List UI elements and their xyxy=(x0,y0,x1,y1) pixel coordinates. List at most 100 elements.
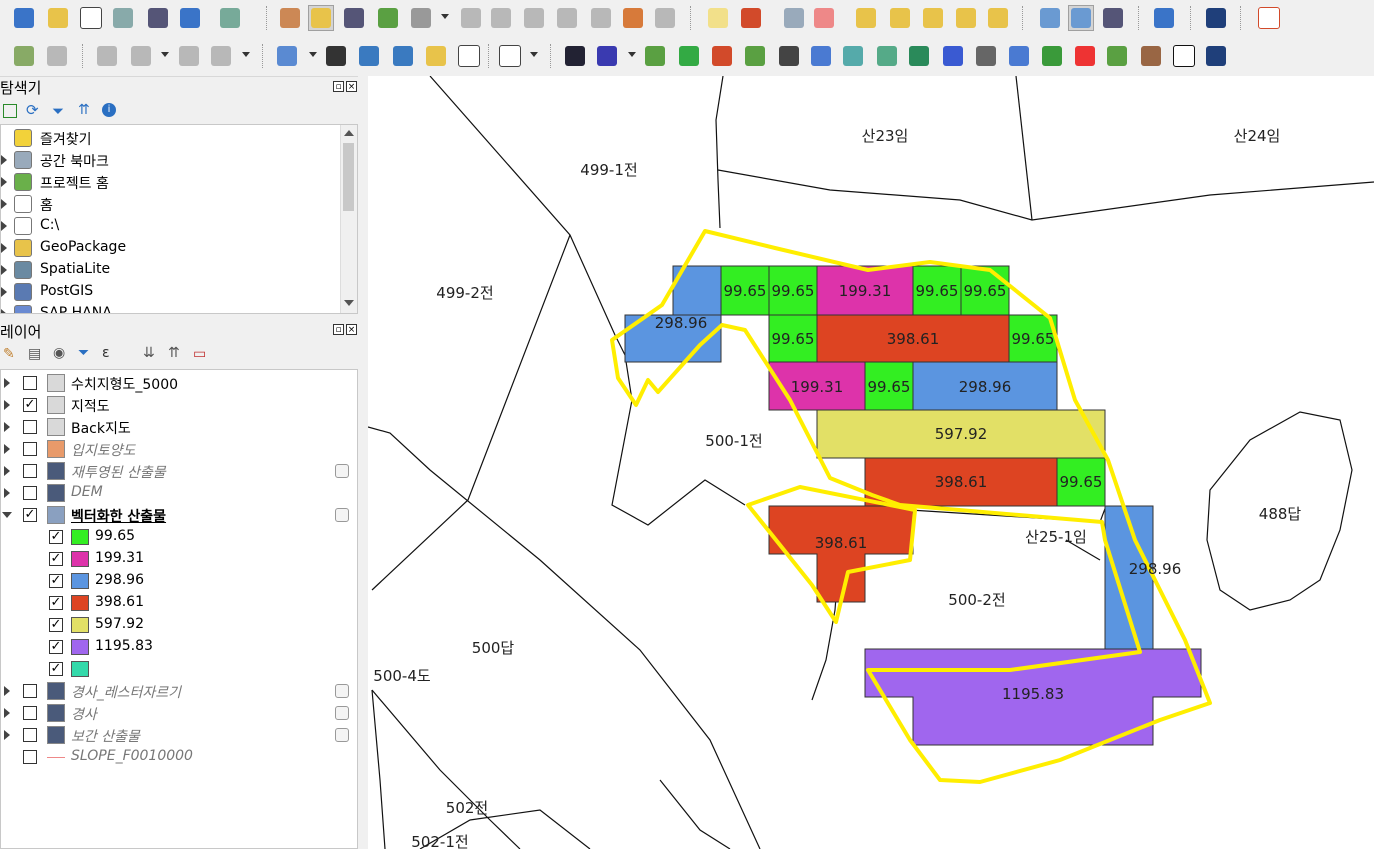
select-nodes-button[interactable] xyxy=(390,43,416,69)
cut-button[interactable] xyxy=(521,5,547,31)
layer-visibility-checkbox[interactable] xyxy=(23,750,37,764)
globe-settings-button[interactable] xyxy=(1100,5,1126,31)
layer-visibility-checkbox[interactable] xyxy=(23,486,37,500)
expand-arrow-icon[interactable] xyxy=(1,221,7,231)
gis-search-button[interactable] xyxy=(676,43,702,69)
layer-visibility-checkbox[interactable] xyxy=(23,420,37,434)
layer-item[interactable]: 보간 산출물 xyxy=(1,724,357,746)
legend-checkbox[interactable]: ✓ xyxy=(49,552,63,566)
add-group-icon[interactable]: ▤ xyxy=(28,346,41,362)
browser-item[interactable]: 홈 xyxy=(1,193,341,215)
layer-visibility-checkbox[interactable] xyxy=(23,442,37,456)
info-icon[interactable]: i xyxy=(102,103,116,117)
expand-arrow-icon[interactable] xyxy=(1,199,7,209)
label-toolbar-button[interactable] xyxy=(781,5,807,31)
dropdown-arrow-icon[interactable] xyxy=(242,52,250,57)
filter-icon[interactable]: ⏷ xyxy=(78,345,89,361)
close-panel-icon[interactable]: × xyxy=(346,324,357,335)
browser-item[interactable]: SAP HANA xyxy=(1,303,341,313)
curve-chart-button[interactable] xyxy=(840,43,866,69)
merge-button[interactable] xyxy=(176,43,202,69)
scale-visibility-icon[interactable] xyxy=(335,464,349,478)
expand-arrow-icon[interactable] xyxy=(4,708,10,718)
add-raster-layer-button[interactable] xyxy=(45,5,71,31)
expand-arrow-icon[interactable] xyxy=(4,466,10,476)
crosshair-button[interactable] xyxy=(1256,5,1282,31)
layer-item[interactable]: 수치지형도_5000 xyxy=(1,372,357,394)
add-vector-layer-button[interactable] xyxy=(11,5,37,31)
copy-button[interactable] xyxy=(554,5,580,31)
gis-globe-button[interactable] xyxy=(742,43,768,69)
legend-checkbox[interactable]: ✓ xyxy=(49,574,63,588)
text-box-button[interactable] xyxy=(497,43,523,69)
paste-button[interactable] xyxy=(588,5,614,31)
vertex-button[interactable] xyxy=(217,5,243,31)
bar-chart-button[interactable] xyxy=(1006,43,1032,69)
layer-visibility-checkbox[interactable] xyxy=(23,728,37,742)
scroll-down-arrow-icon[interactable] xyxy=(344,300,354,306)
layer-visibility-checkbox[interactable] xyxy=(23,706,37,720)
close-panel-icon[interactable]: × xyxy=(346,81,357,92)
refresh-icon[interactable]: ⟳ xyxy=(26,103,39,118)
slope-chart-button[interactable] xyxy=(874,43,900,69)
cylinder-button[interactable] xyxy=(973,43,999,69)
select-polygon-button[interactable] xyxy=(356,43,382,69)
browser-item[interactable]: 즐겨찾기 xyxy=(1,127,341,149)
browser-item[interactable]: 프로젝트 홈 xyxy=(1,171,341,193)
delete-button[interactable] xyxy=(488,5,514,31)
expand-arrow-icon[interactable] xyxy=(4,444,10,454)
label-pin-all-button[interactable] xyxy=(953,5,979,31)
gis-target-button[interactable] xyxy=(709,43,735,69)
legend-item[interactable]: ✓ 1195.83 xyxy=(1,636,357,658)
deselect-button[interactable] xyxy=(208,43,234,69)
label-rotate-button[interactable] xyxy=(811,5,837,31)
filter-icon[interactable]: ⏷ xyxy=(52,102,64,120)
layer-item[interactable]: DEM xyxy=(1,482,357,504)
scale-visibility-icon[interactable] xyxy=(335,684,349,698)
feature-form-button[interactable] xyxy=(128,43,154,69)
help-button[interactable] xyxy=(1203,43,1229,69)
layer-button[interactable] xyxy=(145,5,171,31)
eye-icon[interactable]: ◉ xyxy=(53,345,65,361)
layer-item[interactable]: Back지도 xyxy=(1,416,357,438)
select-edit-button[interactable] xyxy=(94,43,120,69)
scale-visibility-icon[interactable] xyxy=(335,508,349,522)
globe-add-button[interactable] xyxy=(1037,5,1063,31)
layer-visibility-checkbox[interactable] xyxy=(23,464,37,478)
layer-item[interactable]: 재투영된 산출물 xyxy=(1,460,357,482)
scale-visibility-icon[interactable] xyxy=(335,706,349,720)
stack-button[interactable] xyxy=(1104,43,1130,69)
text-annotation-button[interactable] xyxy=(274,43,300,69)
browser-item[interactable]: SpatiaLite xyxy=(1,259,341,281)
legend-checkbox[interactable]: ✓ xyxy=(49,596,63,610)
expand-all-icon[interactable]: ⇊ xyxy=(143,345,155,361)
grid-table-button[interactable] xyxy=(808,43,834,69)
identify-button[interactable] xyxy=(11,43,37,69)
legend-checkbox[interactable]: ✓ xyxy=(49,640,63,654)
layer-item[interactable]: ✓ 지적도 xyxy=(1,394,357,416)
legend-item[interactable]: ✓ 398.61 xyxy=(1,592,357,614)
globe-search-button[interactable] xyxy=(1068,5,1094,31)
ras-pointer-button[interactable] xyxy=(776,43,802,69)
edit-pen-button[interactable] xyxy=(110,5,136,31)
dropdown-arrow-icon[interactable] xyxy=(309,52,317,57)
expand-arrow-icon[interactable] xyxy=(1,265,7,275)
browser-item[interactable]: C:\ xyxy=(1,215,341,237)
layer-visibility-checkbox[interactable] xyxy=(23,376,37,390)
layer-item[interactable]: SLOPE_F0010000 xyxy=(1,746,357,768)
float-panel-icon[interactable]: ▫ xyxy=(333,324,344,335)
expand-arrow-icon[interactable] xyxy=(4,422,10,432)
layer-item[interactable]: ✓ 벡터화한 산출물 xyxy=(1,504,357,526)
cube-add-button[interactable] xyxy=(642,43,668,69)
expand-arrow-icon[interactable] xyxy=(4,686,10,696)
scale-visibility-icon[interactable] xyxy=(335,728,349,742)
hazus-button[interactable] xyxy=(1072,43,1098,69)
layer-visibility-checkbox[interactable]: ✓ xyxy=(23,508,37,522)
legend-item[interactable]: ✓ 597.92 xyxy=(1,614,357,636)
grid-button[interactable] xyxy=(177,5,203,31)
expand-arrow-icon[interactable] xyxy=(1,287,7,297)
label-move-button[interactable] xyxy=(853,5,879,31)
expand-arrow-icon[interactable] xyxy=(1,177,7,187)
browser-scrollbar[interactable] xyxy=(340,125,357,313)
flo-info-button[interactable] xyxy=(940,43,966,69)
